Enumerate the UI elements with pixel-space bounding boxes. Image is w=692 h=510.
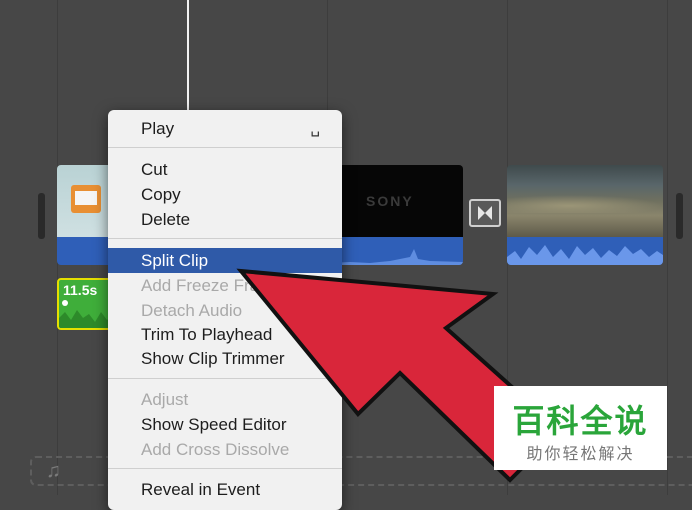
clip-thumbnail: SONY — [330, 165, 463, 237]
clip-caption: SONY — [366, 193, 414, 209]
menu-item-split-clip[interactable]: Split Clip — [108, 248, 342, 273]
menu-item-show-clip-trimmer[interactable]: Show Clip Trimmer — [108, 346, 342, 371]
menu-item-label: Copy — [141, 185, 181, 204]
video-clip[interactable] — [507, 165, 663, 265]
menu-item-label: Detach Audio — [141, 301, 243, 320]
menu-item-cut[interactable]: Cut — [108, 157, 342, 182]
menu-separator — [108, 468, 342, 469]
selected-audio-clip[interactable]: 11.5s — [57, 278, 115, 330]
menu-item-label: Adjust — [141, 390, 189, 409]
watermark-title: 百科全说 — [512, 403, 649, 439]
shortcut-space-key: ␣ — [310, 120, 320, 137]
menu-item-add-cross-dissolve: Add Cross Dissolve — [108, 437, 342, 462]
bowtie-transition-icon[interactable] — [469, 199, 501, 227]
watermark-logo: 百科全说 助你轻松解决 — [494, 386, 667, 470]
menu-separator — [108, 238, 342, 239]
menu-separator — [108, 147, 342, 148]
track-left-handle[interactable] — [38, 193, 45, 239]
menu-item-label: Trim To Playhead — [141, 325, 273, 344]
clip-audio-waveform — [330, 237, 463, 265]
clip-duration-label: 11.5s — [63, 282, 98, 298]
menu-separator — [108, 378, 342, 379]
menu-item-trim-to-playhead[interactable]: Trim To Playhead — [108, 322, 342, 347]
clip-context-menu: Play ␣ Cut Copy Delete Split Clip Add Fr… — [108, 110, 342, 510]
menu-item-label: Split Clip — [141, 251, 209, 270]
watermark-subtitle: 助你轻松解决 — [526, 446, 635, 463]
video-clip[interactable]: SONY — [330, 165, 463, 265]
menu-item-play[interactable]: Play ␣ — [108, 116, 342, 141]
menu-item-show-speed-editor[interactable]: Show Speed Editor — [108, 412, 342, 437]
menu-item-label: Play — [141, 119, 175, 138]
timeline-gridline — [667, 0, 668, 495]
menu-item-label: Cut — [141, 160, 168, 179]
menu-item-detach-audio: Detach Audio — [108, 298, 342, 323]
track-right-handle[interactable] — [676, 193, 683, 239]
menu-item-copy[interactable]: Copy — [108, 182, 342, 207]
menu-item-add-freeze-frame: Add Freeze Frame — [108, 273, 342, 298]
menu-item-label: Delete — [141, 210, 191, 229]
menu-item-label: Add Cross Dissolve — [141, 440, 290, 459]
music-note-icon: ♫ — [46, 460, 61, 482]
menu-item-label: Reveal in Event — [141, 480, 261, 499]
menu-item-label: Show Speed Editor — [141, 415, 287, 434]
clip-thumbnail — [507, 165, 663, 237]
menu-item-label: Add Freeze Frame — [141, 276, 283, 295]
menu-item-delete[interactable]: Delete — [108, 207, 342, 232]
menu-item-adjust: Adjust — [108, 387, 342, 412]
menu-item-reveal-in-event[interactable]: Reveal in Event — [108, 477, 342, 502]
menu-item-label: Show Clip Trimmer — [141, 349, 285, 368]
clip-audio-waveform — [507, 237, 663, 265]
